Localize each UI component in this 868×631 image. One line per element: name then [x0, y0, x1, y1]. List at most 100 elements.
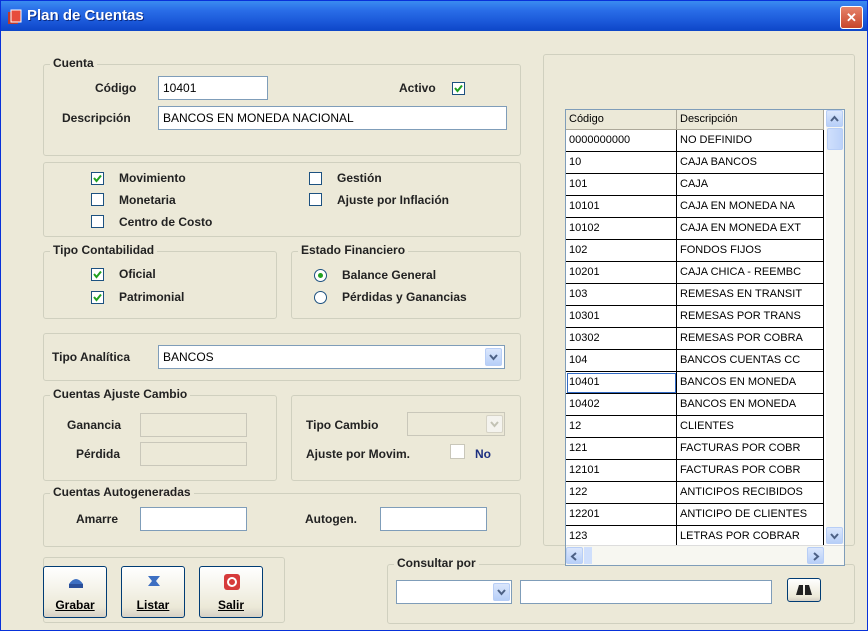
table-row[interactable]: 0000000000 NO DEFINIDO	[566, 130, 824, 152]
table-row[interactable]: 102 FONDOS FIJOS	[566, 240, 824, 262]
plan-de-cuentas-window: Plan de Cuentas ✕ Cuenta Código 10401 Ac…	[0, 0, 868, 631]
table-row[interactable]: 10301 REMESAS POR TRANS	[566, 306, 824, 328]
listar-button[interactable]: Listar	[121, 566, 185, 618]
table-row[interactable]: 10401 BANCOS EN MONEDA	[566, 372, 824, 394]
movimiento-checkbox[interactable]	[91, 172, 104, 185]
cell-descripcion[interactable]: FACTURAS POR COBR	[677, 460, 824, 482]
cell-descripcion[interactable]: CAJA BANCOS	[677, 152, 824, 174]
cell-codigo[interactable]: 101	[566, 174, 677, 196]
cell-descripcion[interactable]: REMESAS POR TRANS	[677, 306, 824, 328]
cell-codigo[interactable]: 12201	[566, 504, 677, 526]
cell-descripcion[interactable]: ANTICIPOS RECIBIDOS	[677, 482, 824, 504]
balance-general-radio[interactable]	[314, 269, 327, 282]
grabar-button[interactable]: Grabar	[43, 566, 107, 618]
perdidas-ganancias-radio[interactable]	[314, 291, 327, 304]
binoculars-icon	[796, 585, 812, 595]
cell-codigo[interactable]: 10201	[566, 262, 677, 284]
col-descripcion-header[interactable]: Descripción	[677, 110, 824, 129]
cuenta-legend: Cuenta	[50, 56, 97, 70]
cell-descripcion[interactable]: NO DEFINIDO	[677, 130, 824, 152]
tipo-contabilidad-group: Tipo Contabilidad	[43, 243, 277, 319]
descripcion-input[interactable]: BANCOS EN MONEDA NACIONAL	[158, 106, 507, 130]
ajuste-inflacion-checkbox[interactable]	[309, 193, 322, 206]
table-row[interactable]: 10402 BANCOS EN MONEDA	[566, 394, 824, 416]
monetaria-label: Monetaria	[119, 193, 176, 207]
cell-descripcion[interactable]: BANCOS EN MONEDA	[677, 372, 824, 394]
table-row[interactable]: 12 CLIENTES	[566, 416, 824, 438]
cell-descripcion[interactable]: CAJA	[677, 174, 824, 196]
table-row[interactable]: 121 FACTURAS POR COBR	[566, 438, 824, 460]
cell-descripcion[interactable]: CLIENTES	[677, 416, 824, 438]
col-codigo-header[interactable]: Código	[566, 110, 677, 129]
table-row[interactable]: 10302 REMESAS POR COBRA	[566, 328, 824, 350]
vertical-scroll-thumb[interactable]	[827, 128, 843, 150]
consultar-dropdown-icon[interactable]	[493, 583, 510, 601]
search-button[interactable]	[787, 578, 821, 602]
cell-codigo[interactable]: 103	[566, 284, 677, 306]
amarre-input[interactable]	[140, 507, 247, 531]
tipo-analitica-select[interactable]: BANCOS	[158, 345, 505, 369]
title-bar[interactable]: Plan de Cuentas ✕	[1, 1, 867, 31]
ganancia-label: Ganancia	[67, 418, 122, 432]
cell-descripcion[interactable]: CAJA EN MONEDA EXT	[677, 218, 824, 240]
cell-codigo[interactable]: 10402	[566, 394, 677, 416]
cell-codigo[interactable]: 10302	[566, 328, 677, 350]
horizontal-scroll-thumb[interactable]	[584, 547, 592, 564]
table-row[interactable]: 122 ANTICIPOS RECIBIDOS	[566, 482, 824, 504]
salir-button[interactable]: Salir	[199, 566, 263, 618]
centro-costo-checkbox[interactable]	[91, 215, 104, 228]
cell-descripcion[interactable]: REMESAS POR COBRA	[677, 328, 824, 350]
cell-codigo[interactable]: 10101	[566, 196, 677, 218]
cell-codigo[interactable]: 122	[566, 482, 677, 504]
table-row[interactable]: 10 CAJA BANCOS	[566, 152, 824, 174]
table-row[interactable]: 10101 CAJA EN MONEDA NA	[566, 196, 824, 218]
autogen-input[interactable]	[380, 507, 487, 531]
tipo-analitica-dropdown-icon[interactable]	[485, 348, 502, 366]
cell-descripcion[interactable]: FACTURAS POR COBR	[677, 438, 824, 460]
table-row[interactable]: 12201 ANTICIPO DE CLIENTES	[566, 504, 824, 526]
cell-codigo[interactable]: 10102	[566, 218, 677, 240]
cell-codigo[interactable]: 102	[566, 240, 677, 262]
cell-descripcion[interactable]: ANTICIPO DE CLIENTES	[677, 504, 824, 526]
consultar-input[interactable]	[520, 580, 772, 604]
tipo-cambio-group	[291, 395, 521, 481]
table-row[interactable]: 10102 CAJA EN MONEDA EXT	[566, 218, 824, 240]
table-row[interactable]: 104 BANCOS CUENTAS CC	[566, 350, 824, 372]
cell-codigo[interactable]: 104	[566, 350, 677, 372]
movimiento-label: Movimiento	[119, 171, 186, 185]
oficial-checkbox[interactable]	[91, 268, 104, 281]
vertical-scrollbar[interactable]	[826, 110, 844, 544]
monetaria-checkbox[interactable]	[91, 193, 104, 206]
horizontal-scrollbar[interactable]	[566, 545, 844, 565]
cell-codigo[interactable]: 12	[566, 416, 677, 438]
table-row[interactable]: 101 CAJA	[566, 174, 824, 196]
gestion-checkbox[interactable]	[309, 172, 322, 185]
ajuste-cambio-group: Cuentas Ajuste Cambio	[43, 387, 277, 481]
close-icon[interactable]: ✕	[840, 6, 863, 29]
cell-descripcion[interactable]: CAJA EN MONEDA NA	[677, 196, 824, 218]
cell-descripcion[interactable]: BANCOS CUENTAS CC	[677, 350, 824, 372]
cell-descripcion[interactable]: CAJA CHICA - REEMBC	[677, 262, 824, 284]
scroll-right-icon[interactable]	[807, 547, 824, 564]
cell-codigo[interactable]: 12101	[566, 460, 677, 482]
activo-checkbox[interactable]	[452, 82, 465, 95]
cell-codigo[interactable]: 10301	[566, 306, 677, 328]
accounts-grid[interactable]: Código Descripción 0000000000 NO DEFINIDO…	[565, 109, 845, 566]
cell-descripcion[interactable]: FONDOS FIJOS	[677, 240, 824, 262]
scroll-up-icon[interactable]	[826, 110, 843, 127]
scroll-left-icon[interactable]	[566, 547, 583, 564]
cell-codigo[interactable]: 10	[566, 152, 677, 174]
table-row[interactable]: 12101 FACTURAS POR COBR	[566, 460, 824, 482]
ajuste-movim-checkbox[interactable]	[450, 444, 465, 459]
table-row[interactable]: 103 REMESAS EN TRANSIT	[566, 284, 824, 306]
cell-descripcion[interactable]: BANCOS EN MONEDA	[677, 394, 824, 416]
cell-descripcion[interactable]: REMESAS EN TRANSIT	[677, 284, 824, 306]
cell-codigo[interactable]: 121	[566, 438, 677, 460]
codigo-input[interactable]: 10401	[158, 76, 268, 100]
amarre-label: Amarre	[76, 512, 119, 526]
cell-codigo[interactable]: 10401	[566, 372, 677, 394]
patrimonial-checkbox[interactable]	[91, 291, 104, 304]
cell-codigo[interactable]: 0000000000	[566, 130, 677, 152]
table-row[interactable]: 10201 CAJA CHICA - REEMBC	[566, 262, 824, 284]
scroll-down-icon[interactable]	[826, 527, 843, 544]
